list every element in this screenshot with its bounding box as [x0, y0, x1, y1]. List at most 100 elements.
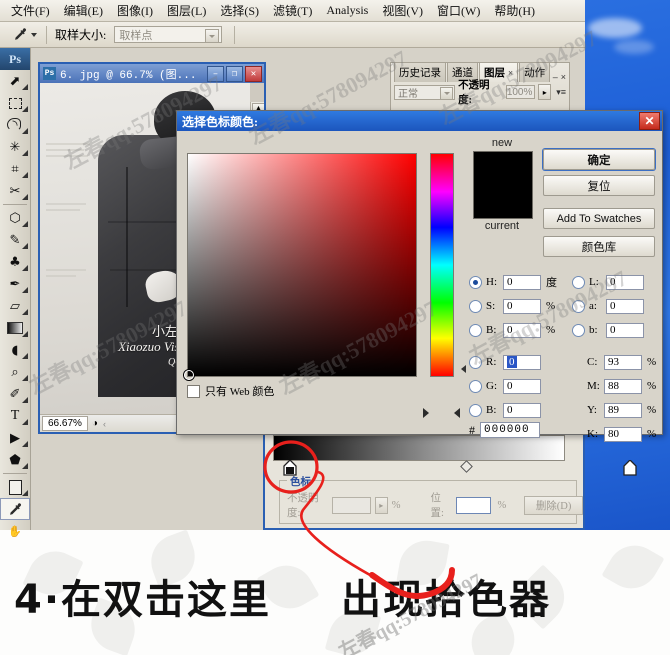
saturation-input[interactable]: 0 [503, 298, 541, 314]
close-icon[interactable]: × [508, 68, 513, 78]
radio-blue[interactable] [469, 403, 482, 417]
field-red[interactable]: R: 0 [469, 353, 541, 371]
menu-select[interactable]: 选择(S) [213, 0, 266, 21]
chevron-down-icon[interactable] [31, 32, 37, 37]
blue-input[interactable]: 0 [503, 402, 541, 418]
color-picker-title-bar[interactable]: 选择色标颜色: ✕ [177, 111, 662, 131]
panel-menu-icon[interactable]: ▾≡ [556, 87, 566, 98]
close-icon[interactable]: × [561, 72, 566, 82]
gradient-tool[interactable] [0, 317, 30, 339]
radio-lab-a[interactable] [572, 299, 585, 313]
red-input[interactable]: 0 [503, 354, 541, 370]
gradient-preview-bar[interactable] [273, 435, 565, 461]
magenta-input[interactable]: 88 [604, 378, 642, 394]
field-brightness[interactable]: B: 0 % [469, 321, 555, 339]
close-icon[interactable]: ✕ [639, 112, 660, 130]
eyedropper-icon[interactable] [12, 25, 38, 45]
menu-window[interactable]: 窗口(W) [430, 0, 487, 21]
lab-l-input[interactable]: 0 [606, 274, 644, 290]
brightness-input[interactable]: 0 [503, 322, 541, 338]
minimize-button[interactable]: – [207, 65, 224, 82]
green-input[interactable]: 0 [503, 378, 541, 394]
field-blue[interactable]: B: 0 [469, 401, 541, 419]
tab-actions[interactable]: 动作 [519, 62, 551, 82]
blend-mode-select[interactable]: 正常 [394, 84, 456, 100]
field-lab-b[interactable]: b: 0 [572, 321, 644, 339]
add-to-swatches-button[interactable]: Add To Swatches [543, 208, 655, 229]
chevron-down-icon[interactable] [440, 86, 454, 100]
checkbox-icon[interactable] [187, 384, 200, 398]
marquee-tool[interactable] [0, 92, 30, 114]
color-field-marker[interactable] [184, 370, 194, 380]
hue-slider-handle-left[interactable] [423, 408, 429, 418]
move-tool[interactable]: ⬈ [0, 70, 30, 92]
cyan-input[interactable]: 93 [604, 354, 642, 370]
chevron-down-icon[interactable] [205, 29, 220, 43]
stop-opacity-stepper[interactable]: ▸ [374, 496, 388, 514]
field-black[interactable]: K: 80 % [587, 425, 656, 443]
field-saturation[interactable]: S: 0 % [469, 297, 555, 315]
black-input[interactable]: 80 [604, 426, 642, 442]
menu-layer[interactable]: 图层(L) [160, 0, 213, 21]
color-preview-swatch[interactable] [473, 151, 533, 219]
healing-brush-tool[interactable]: ⬡ [0, 207, 30, 229]
stop-opacity-field[interactable] [332, 496, 371, 514]
minimize-icon[interactable]: – [553, 72, 558, 82]
close-button[interactable]: ✕ [245, 65, 262, 82]
field-hue[interactable]: H: 0 度 [469, 273, 557, 291]
menu-analysis[interactable]: Analysis [319, 1, 375, 20]
field-yellow[interactable]: Y: 89 % [587, 401, 656, 419]
color-libraries-button[interactable]: 颜色库 [543, 236, 655, 257]
gradient-color-stop-right[interactable] [623, 460, 637, 476]
eraser-tool[interactable]: ▱ [0, 295, 30, 317]
blur-tool[interactable]: ◖ [0, 339, 30, 361]
radio-green[interactable] [469, 379, 482, 393]
saturation-brightness-field[interactable] [184, 153, 417, 380]
gradient-color-stop-left[interactable] [283, 460, 297, 476]
hand-tool[interactable]: ✋ [0, 520, 30, 542]
pen-tool[interactable]: ✐ [0, 383, 30, 405]
opacity-value[interactable]: 100% [505, 85, 536, 99]
menu-help[interactable]: 帮助(H) [487, 0, 542, 21]
stop-position-field[interactable] [456, 496, 492, 514]
zoom-level-field[interactable]: 66.67% [42, 416, 88, 431]
field-lab-l[interactable]: L: 0 [572, 273, 644, 291]
hue-slider[interactable] [430, 153, 454, 377]
radio-hue[interactable] [469, 275, 482, 289]
lab-b-input[interactable]: 0 [606, 322, 644, 338]
lasso-tool[interactable]: ◝ [0, 114, 30, 136]
radio-saturation[interactable] [469, 299, 482, 313]
lab-a-input[interactable]: 0 [606, 298, 644, 314]
document-info-icon[interactable]: ◑ [92, 418, 98, 429]
shape-tool[interactable]: ⬟ [0, 449, 30, 471]
type-tool[interactable]: T [0, 405, 30, 427]
menu-view[interactable]: 视图(V) [375, 0, 430, 21]
sample-size-select[interactable]: 取样点 [114, 26, 223, 43]
opacity-stepper-arrow[interactable]: ▸ [538, 84, 552, 100]
radio-lab-b[interactable] [572, 323, 585, 337]
crop-tool[interactable]: ⌗ [0, 158, 30, 180]
hex-input[interactable]: 000000 [480, 422, 540, 438]
tab-history[interactable]: 历史记录 [394, 62, 446, 82]
dodge-tool[interactable]: ⌕ [0, 361, 30, 383]
status-arrow-icon[interactable]: ‹ [103, 419, 106, 429]
notes-tool[interactable] [0, 476, 30, 498]
yellow-input[interactable]: 89 [604, 402, 642, 418]
maximize-button[interactable]: ❐ [226, 65, 243, 82]
menu-file[interactable]: 文件(F) [4, 0, 57, 21]
radio-lab-l[interactable] [572, 275, 585, 289]
radio-red[interactable] [469, 355, 482, 369]
clone-stamp-tool[interactable]: ♣ [0, 251, 30, 273]
web-colors-only-checkbox[interactable]: 只有 Web 颜色 [187, 383, 274, 399]
hue-slider-handle-right[interactable] [454, 408, 460, 418]
radio-brightness[interactable] [469, 323, 482, 337]
delete-stop-button[interactable]: 删除(D) [524, 495, 583, 515]
menu-filter[interactable]: 滤镜(T) [266, 0, 319, 21]
eyedropper-tool[interactable] [0, 498, 30, 520]
field-lab-a[interactable]: a: 0 [572, 297, 644, 315]
gradient-midpoint-marker[interactable] [460, 460, 473, 473]
hue-input[interactable]: 0 [503, 274, 541, 290]
menu-edit[interactable]: 编辑(E) [57, 0, 110, 21]
brush-tool[interactable]: ✎ [0, 229, 30, 251]
slice-tool[interactable]: ✂ [0, 180, 30, 202]
